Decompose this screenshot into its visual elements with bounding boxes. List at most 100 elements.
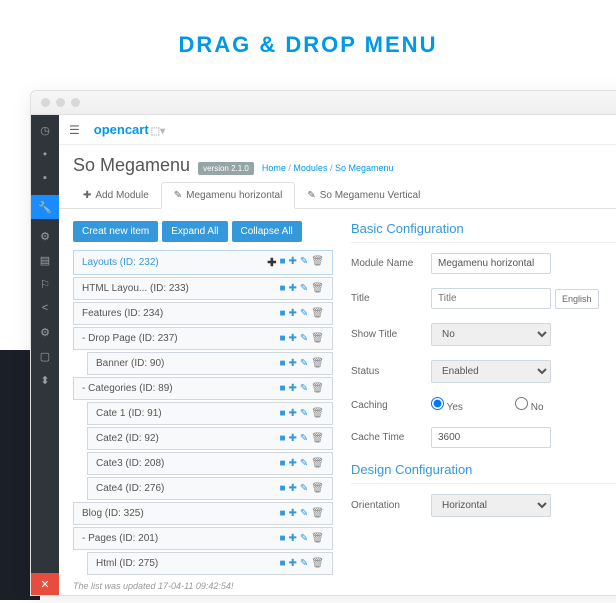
edit-icon[interactable]: ✎ bbox=[300, 533, 308, 544]
delete-icon[interactable]: 🗑 bbox=[311, 256, 324, 269]
settings-icon[interactable]: ⚙ bbox=[38, 325, 52, 339]
create-button[interactable]: Creat new item bbox=[73, 221, 158, 242]
delete-icon[interactable]: 🗑 bbox=[311, 508, 324, 519]
tree-item[interactable]: - Pages (ID: 201)■✚✎🗑 bbox=[73, 527, 333, 550]
edit-icon[interactable]: ✎ bbox=[300, 256, 308, 269]
select-orientation[interactable]: Horizontal bbox=[431, 494, 551, 517]
tab-vertical[interactable]: ✎ So Megamenu Vertical bbox=[295, 182, 432, 208]
crumb-modules[interactable]: Modules bbox=[293, 163, 327, 173]
add-icon[interactable]: ✚ bbox=[289, 333, 297, 344]
toggle-icon[interactable]: ■ bbox=[279, 308, 285, 319]
add-icon[interactable]: ✚ bbox=[289, 533, 297, 544]
add-icon[interactable]: ✚ bbox=[289, 483, 297, 494]
add-icon[interactable]: ✚ bbox=[289, 558, 297, 569]
share-icon[interactable]: < bbox=[38, 301, 52, 315]
toggle-icon[interactable]: ■ bbox=[279, 333, 285, 344]
tree-item[interactable]: Html (ID: 275)■✚✎🗑 bbox=[87, 552, 333, 575]
delete-icon[interactable]: 🗑 bbox=[311, 358, 324, 369]
delete-icon[interactable]: 🗑 bbox=[311, 383, 324, 394]
toggle-icon[interactable]: ■ bbox=[279, 483, 285, 494]
input-cache-time[interactable] bbox=[431, 427, 551, 448]
tab-horizontal[interactable]: ✎ Megamenu horizontal bbox=[161, 182, 296, 209]
tree-item[interactable]: - Categories (ID: 89)■✚✎🗑 bbox=[73, 377, 333, 400]
edit-icon[interactable]: ✎ bbox=[300, 483, 308, 494]
close-dot[interactable] bbox=[41, 98, 50, 107]
radio-yes[interactable]: Yes bbox=[431, 397, 511, 413]
toggle-icon[interactable]: ■ bbox=[279, 533, 285, 544]
select-status[interactable]: Enabled bbox=[431, 360, 551, 383]
delete-icon[interactable]: 🗑 bbox=[311, 558, 324, 569]
add-icon[interactable]: ✚ bbox=[289, 308, 297, 319]
hamburger-icon[interactable]: ☰ bbox=[69, 123, 80, 137]
logo[interactable]: opencart⬚▾ bbox=[94, 122, 165, 137]
tree-item[interactable]: Features (ID: 234)■✚✎🗑 bbox=[73, 302, 333, 325]
delete-icon[interactable]: 🗑 bbox=[311, 433, 324, 444]
edit-icon[interactable]: ✎ bbox=[300, 433, 308, 444]
close-panel-icon[interactable]: ✕ bbox=[31, 573, 59, 595]
add-icon[interactable]: ✚ bbox=[289, 508, 297, 519]
toggle-icon[interactable]: ■ bbox=[279, 283, 285, 294]
delete-icon[interactable]: 🗑 bbox=[311, 533, 324, 544]
add-icon[interactable]: ✚ bbox=[289, 283, 297, 294]
flag-icon[interactable]: ⚐ bbox=[38, 277, 52, 291]
toggle-icon[interactable]: ■ bbox=[279, 558, 285, 569]
tab-add-module[interactable]: ✚ Add Module bbox=[71, 182, 161, 208]
delete-icon[interactable]: 🗑 bbox=[311, 308, 324, 319]
crumb-home[interactable]: Home bbox=[262, 163, 286, 173]
add-icon[interactable]: ✚ bbox=[289, 256, 297, 269]
edit-icon[interactable]: ✎ bbox=[300, 308, 308, 319]
edit-icon[interactable]: ✎ bbox=[300, 408, 308, 419]
toggle-icon[interactable]: ■ bbox=[279, 458, 285, 469]
delete-icon[interactable]: 🗑 bbox=[311, 283, 324, 294]
toggle-icon[interactable]: ■ bbox=[279, 358, 285, 369]
collapse-button[interactable]: Collapse All bbox=[232, 221, 302, 242]
edit-icon[interactable]: ✎ bbox=[300, 383, 308, 394]
delete-icon[interactable]: 🗑 bbox=[311, 333, 324, 344]
add-icon[interactable]: ✚ bbox=[289, 458, 297, 469]
maximize-dot[interactable] bbox=[71, 98, 80, 107]
expand-button[interactable]: Expand All bbox=[162, 221, 227, 242]
edit-icon[interactable]: ✎ bbox=[300, 458, 308, 469]
edit-icon[interactable]: ✎ bbox=[300, 283, 308, 294]
tree-item[interactable]: HTML Layou... (ID: 233)■✚✎🗑 bbox=[73, 277, 333, 300]
edit-icon[interactable]: ✎ bbox=[300, 508, 308, 519]
toggle-icon[interactable]: ■ bbox=[279, 383, 285, 394]
chart-icon[interactable]: ⬍ bbox=[38, 373, 52, 387]
add-icon[interactable]: ✚ bbox=[289, 408, 297, 419]
edit-icon[interactable]: ✎ bbox=[300, 558, 308, 569]
toggle-icon[interactable]: ■ bbox=[279, 408, 285, 419]
toggle-icon[interactable]: ■ bbox=[279, 256, 285, 269]
minimize-dot[interactable] bbox=[56, 98, 65, 107]
delete-icon[interactable]: 🗑 bbox=[311, 483, 324, 494]
tree-item[interactable]: Blog (ID: 325)■✚✎🗑 bbox=[73, 502, 333, 525]
cart-icon[interactable]: ▤ bbox=[38, 253, 52, 267]
input-title[interactable] bbox=[431, 288, 551, 309]
tree-item[interactable]: Cate4 (ID: 276)■✚✎🗑 bbox=[87, 477, 333, 500]
input-module-name[interactable] bbox=[431, 253, 551, 274]
dashboard-icon[interactable]: ◷ bbox=[38, 123, 52, 137]
tree-item[interactable]: - Drop Page (ID: 237)■✚✎🗑 bbox=[73, 327, 333, 350]
edit-icon[interactable]: ✎ bbox=[300, 358, 308, 369]
doc-icon[interactable]: ▢ bbox=[38, 349, 52, 363]
add-icon[interactable]: ✚ bbox=[289, 383, 297, 394]
add-icon[interactable]: ✚ bbox=[289, 358, 297, 369]
tree-item[interactable]: Cate 1 (ID: 91)■✚✎🗑 bbox=[87, 402, 333, 425]
module-icon[interactable]: ▪ bbox=[38, 171, 52, 185]
move-icon[interactable]: ✚ bbox=[267, 256, 276, 269]
edit-icon[interactable]: ✎ bbox=[300, 333, 308, 344]
toggle-icon[interactable]: ■ bbox=[279, 508, 285, 519]
select-show-title[interactable]: No bbox=[431, 323, 551, 346]
delete-icon[interactable]: 🗑 bbox=[311, 408, 324, 419]
gear-icon[interactable]: ⚙ bbox=[38, 229, 52, 243]
language-selector[interactable]: English bbox=[555, 289, 599, 309]
tree-item[interactable]: Cate2 (ID: 92)■✚✎🗑 bbox=[87, 427, 333, 450]
wrench-icon[interactable]: 🔧 bbox=[31, 195, 59, 219]
tree-item[interactable]: Banner (ID: 90)■✚✎🗑 bbox=[87, 352, 333, 375]
tree-item[interactable]: Layouts (ID: 232)✚■✚✎🗑 bbox=[73, 250, 333, 275]
radio-no[interactable]: No bbox=[515, 397, 595, 413]
tag-icon[interactable]: ⬩ bbox=[38, 147, 52, 161]
toggle-icon[interactable]: ■ bbox=[279, 433, 285, 444]
add-icon[interactable]: ✚ bbox=[289, 433, 297, 444]
tree-item[interactable]: Cate3 (ID: 208)■✚✎🗑 bbox=[87, 452, 333, 475]
delete-icon[interactable]: 🗑 bbox=[311, 458, 324, 469]
